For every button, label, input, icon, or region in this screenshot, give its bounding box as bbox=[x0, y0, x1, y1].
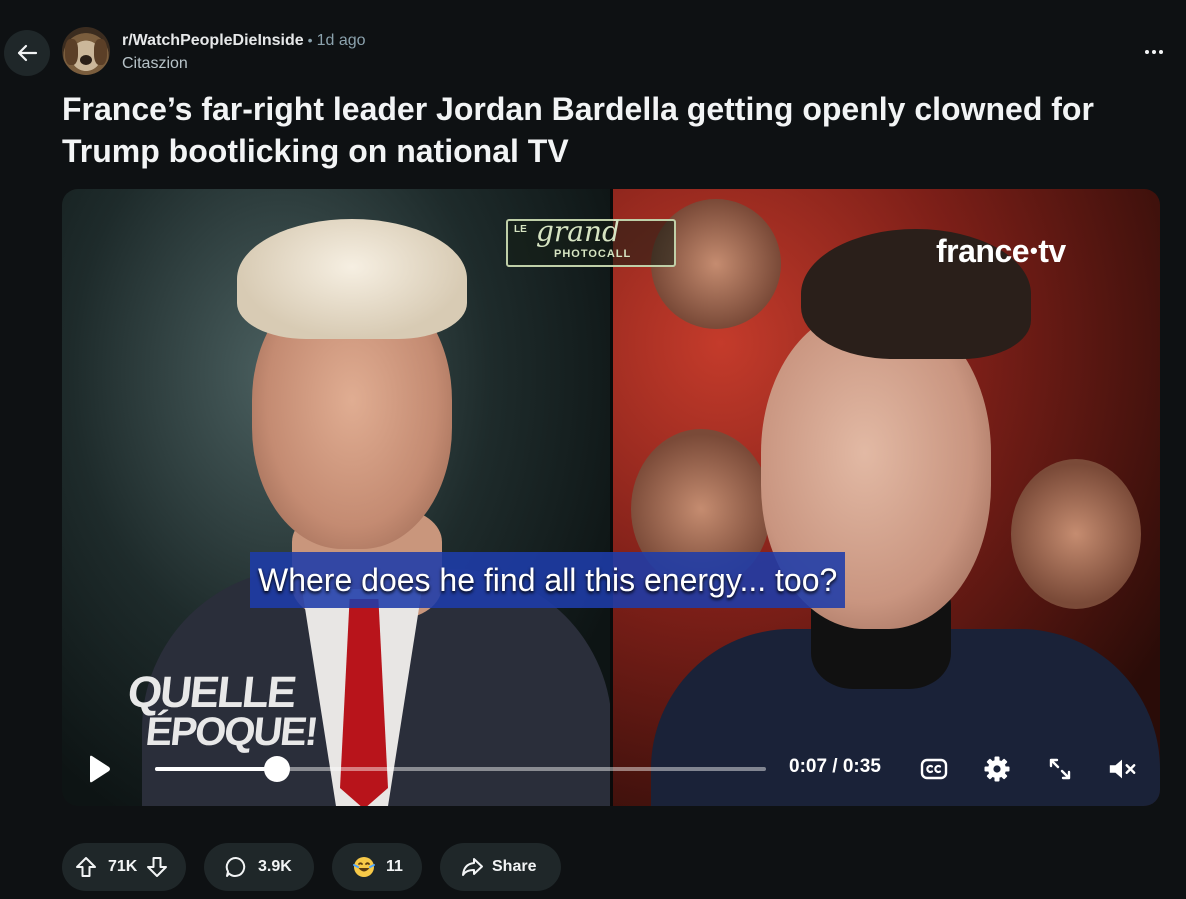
video-controls: 0:07 / 0:35 bbox=[62, 737, 1160, 801]
play-icon bbox=[90, 755, 110, 783]
vote-count: 71K bbox=[108, 858, 138, 875]
more-options-button[interactable] bbox=[1140, 38, 1168, 66]
comments-button[interactable]: 3.9K bbox=[204, 843, 314, 891]
downvote-button[interactable] bbox=[145, 855, 169, 879]
play-button[interactable] bbox=[86, 754, 114, 784]
arrow-down-icon bbox=[147, 857, 168, 877]
expand-icon bbox=[1049, 758, 1071, 780]
author-link[interactable]: Citaszion bbox=[122, 54, 366, 74]
progress-bar[interactable] bbox=[155, 756, 766, 782]
progress-fill bbox=[155, 767, 278, 771]
arrow-left-icon bbox=[17, 44, 38, 62]
upvote-button[interactable] bbox=[74, 855, 98, 879]
vote-bar: 71K bbox=[62, 843, 186, 891]
split-divider bbox=[610, 189, 613, 806]
progress-thumb[interactable] bbox=[264, 756, 291, 782]
comment-count: 3.9K bbox=[258, 858, 292, 875]
settings-button[interactable] bbox=[982, 754, 1012, 784]
video-player[interactable]: LE grand PHOTOCALL france•tv QUELLE ÉPOQ… bbox=[62, 189, 1160, 806]
share-button[interactable]: Share bbox=[440, 843, 561, 891]
award-emoji-icon bbox=[353, 857, 375, 877]
award-icon-wrap bbox=[352, 855, 376, 879]
le-grand-photocall-logo: LE grand PHOTOCALL bbox=[506, 215, 676, 267]
mute-button[interactable] bbox=[1107, 754, 1137, 784]
closed-captions-icon bbox=[920, 758, 948, 780]
time-display: 0:07 / 0:35 bbox=[789, 756, 881, 777]
comment-icon-wrap bbox=[224, 855, 248, 879]
speech-bubble-icon bbox=[225, 856, 246, 877]
post-time: 1d ago bbox=[316, 32, 366, 49]
share-label: Share bbox=[492, 858, 537, 875]
meta-separator: • bbox=[307, 32, 313, 48]
arrow-up-icon bbox=[76, 857, 96, 877]
video-subtitle: Where does he find all this energy... to… bbox=[250, 552, 846, 608]
fullscreen-button[interactable] bbox=[1045, 754, 1075, 784]
speaker-muted-icon bbox=[1109, 759, 1136, 779]
gear-icon bbox=[984, 756, 1010, 782]
award-button[interactable]: 11 bbox=[332, 843, 422, 891]
post-title: France’s far-right leader Jordan Bardell… bbox=[62, 91, 1094, 169]
back-button[interactable] bbox=[4, 30, 50, 76]
ellipsis-icon bbox=[1145, 50, 1163, 54]
award-count: 11 bbox=[386, 858, 403, 875]
subreddit-link[interactable]: r/WatchPeopleDieInside bbox=[122, 32, 304, 49]
share-arrow-icon bbox=[462, 858, 483, 876]
captions-button[interactable] bbox=[919, 754, 949, 784]
post-meta: r/WatchPeopleDieInside • 1d ago Citaszion bbox=[122, 30, 366, 74]
video-right-panel bbox=[611, 189, 1160, 806]
france-tv-logo: france•tv bbox=[936, 233, 1066, 269]
subreddit-avatar[interactable] bbox=[62, 27, 110, 75]
share-icon-wrap bbox=[460, 855, 484, 879]
